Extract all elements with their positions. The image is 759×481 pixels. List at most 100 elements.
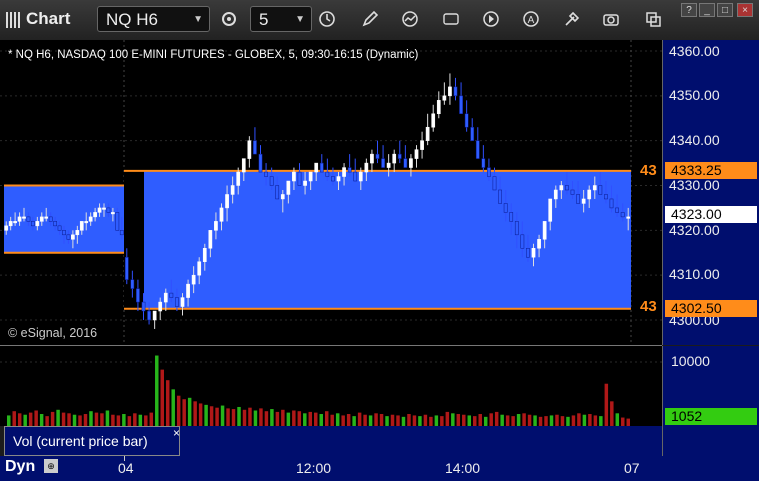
candle-body bbox=[498, 189, 502, 204]
volume-bar bbox=[549, 415, 554, 426]
candle-body bbox=[559, 185, 564, 191]
close-study-icon[interactable]: × bbox=[173, 426, 180, 440]
candle-body bbox=[163, 292, 168, 303]
maximize-icon[interactable]: □ bbox=[717, 3, 733, 17]
volume-study-title: Vol (current price bar) bbox=[13, 433, 148, 449]
studies-icon[interactable] bbox=[397, 6, 423, 32]
help-icon[interactable]: ? bbox=[681, 3, 697, 17]
lock-icon[interactable]: ⊕ bbox=[44, 459, 58, 473]
volume-bar bbox=[248, 407, 252, 426]
candle-body bbox=[111, 212, 115, 215]
price-chart[interactable]: * NQ H6, NASDAQ 100 E-MINI FUTURES - GLO… bbox=[0, 40, 662, 345]
volume-bar bbox=[193, 401, 197, 426]
volume-bar bbox=[489, 413, 493, 426]
volume-bar bbox=[324, 411, 329, 426]
volume-bar bbox=[357, 412, 362, 426]
volume-bar bbox=[462, 414, 466, 426]
volume-bar bbox=[582, 414, 587, 426]
time-axis-label: 14:00 bbox=[445, 460, 481, 476]
candle-body bbox=[280, 194, 285, 200]
candle-body bbox=[84, 221, 89, 224]
volume-bar bbox=[34, 410, 38, 426]
candle-body bbox=[570, 189, 575, 195]
alert-icon[interactable]: A bbox=[518, 6, 544, 32]
volume-bar bbox=[133, 413, 137, 426]
pencil-icon[interactable] bbox=[357, 6, 383, 32]
volume-bar bbox=[379, 414, 384, 426]
volume-bar bbox=[215, 407, 219, 426]
candle-body bbox=[347, 167, 352, 173]
candle-body bbox=[115, 212, 120, 231]
volume-bar bbox=[237, 406, 241, 426]
volume-bar bbox=[242, 409, 247, 426]
volume-bar bbox=[423, 414, 428, 426]
time-axis-label: 07 bbox=[624, 460, 640, 476]
volume-bar bbox=[231, 409, 236, 426]
price-axis-label: 4330.00 bbox=[669, 177, 720, 193]
candle-body bbox=[370, 153, 374, 164]
symbol-value: NQ H6 bbox=[106, 10, 158, 29]
price-chart-svg bbox=[0, 40, 662, 345]
volume-bar bbox=[149, 412, 154, 426]
volume-bar bbox=[467, 415, 472, 426]
volume-bar bbox=[440, 416, 444, 426]
camera-icon[interactable] bbox=[598, 6, 624, 32]
candle-body bbox=[375, 153, 380, 159]
volume-bar bbox=[155, 355, 159, 426]
price-axis[interactable]: 4360.00 4350.00 4340.00 4330.00 4320.00 … bbox=[662, 40, 759, 345]
price-axis-label: 4310.00 bbox=[669, 266, 720, 282]
close-icon[interactable]: × bbox=[737, 3, 753, 17]
volume-bar bbox=[352, 416, 356, 426]
candle-body bbox=[420, 140, 424, 150]
candle-body bbox=[620, 212, 625, 218]
quote-icon[interactable] bbox=[438, 6, 464, 32]
candle-body bbox=[409, 158, 413, 168]
volume-bar bbox=[198, 403, 203, 426]
volume-bar bbox=[105, 410, 110, 426]
title-bar: Chart NQ H6 ▼ 5 ▼ A ? _ □ × bbox=[0, 0, 759, 41]
volume-bar bbox=[363, 414, 367, 426]
candle-body bbox=[208, 230, 213, 249]
candle-body bbox=[214, 221, 218, 231]
candle-body bbox=[22, 216, 26, 219]
clock-icon[interactable] bbox=[314, 6, 340, 32]
play-icon[interactable] bbox=[478, 6, 504, 32]
copyright: © eSignal, 2016 bbox=[8, 326, 98, 340]
link-icon[interactable] bbox=[216, 6, 242, 32]
interval-selector[interactable]: 5 ▼ bbox=[250, 6, 312, 32]
volume-study-label[interactable]: Vol (current price bar) × bbox=[4, 426, 180, 456]
candle-body bbox=[397, 153, 402, 159]
volume-bar bbox=[494, 411, 499, 426]
volume-bar bbox=[61, 412, 66, 426]
candle-body bbox=[553, 189, 558, 200]
volume-bar bbox=[346, 414, 351, 426]
dropdown-arrow-icon: ▼ bbox=[193, 14, 203, 25]
grip-icon[interactable] bbox=[6, 12, 20, 28]
volume-bar bbox=[319, 414, 323, 426]
volume-bar bbox=[335, 413, 340, 426]
minimize-icon[interactable]: _ bbox=[699, 3, 715, 17]
time-axis[interactable]: Dyn ⊕ 04 12:00 14:00 07 bbox=[0, 456, 662, 481]
candle-body bbox=[548, 198, 553, 222]
candle-body bbox=[581, 198, 586, 204]
candle-body bbox=[470, 126, 475, 141]
tools-icon[interactable] bbox=[559, 6, 585, 32]
symbol-selector[interactable]: NQ H6 ▼ bbox=[97, 6, 210, 32]
candle-body bbox=[39, 216, 44, 222]
copy-icon[interactable] bbox=[640, 6, 666, 32]
candle-body bbox=[53, 221, 57, 227]
candle-body bbox=[130, 279, 135, 289]
candle-body bbox=[219, 207, 224, 222]
mode-indicator[interactable]: Dyn ⊕ bbox=[0, 456, 58, 481]
candle-body bbox=[8, 221, 13, 227]
volume-bar bbox=[604, 383, 609, 426]
volume-bar bbox=[412, 415, 417, 426]
candle-body bbox=[258, 153, 263, 173]
volume-bar bbox=[593, 415, 598, 426]
volume-bar bbox=[533, 415, 537, 426]
volume-bar bbox=[45, 416, 49, 426]
candle-body bbox=[71, 234, 75, 240]
volume-chart[interactable] bbox=[0, 346, 662, 426]
volume-bar bbox=[253, 410, 258, 426]
candle-body bbox=[314, 162, 319, 173]
